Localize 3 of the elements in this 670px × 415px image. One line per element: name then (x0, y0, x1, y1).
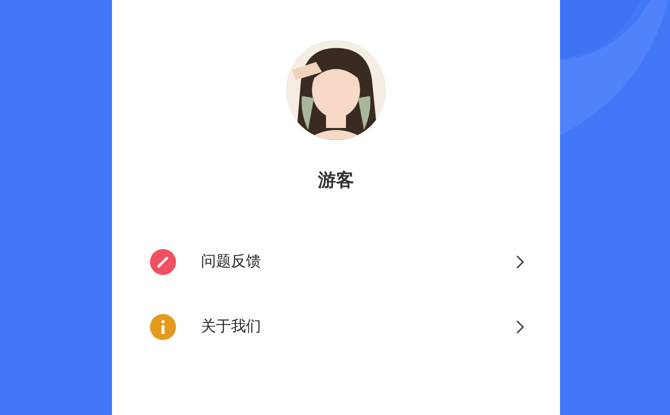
chevron-right-icon (514, 254, 526, 270)
chevron-right-icon (514, 318, 526, 334)
user-name: 游客 (318, 169, 354, 192)
